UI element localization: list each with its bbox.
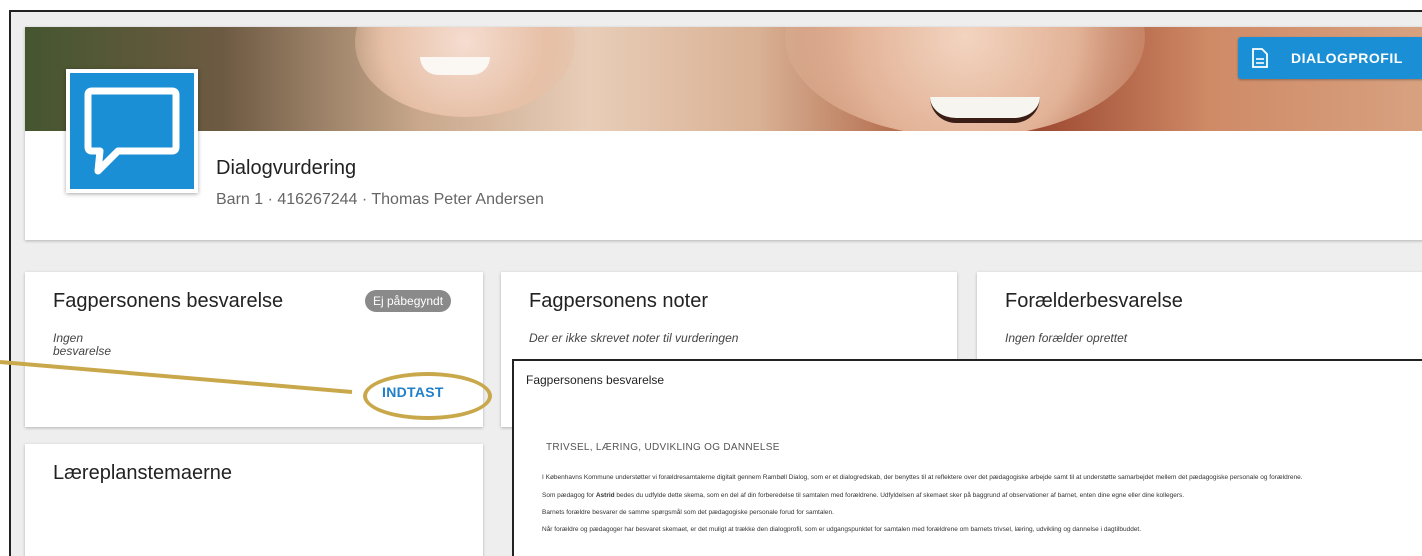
intro-paragraph-1: I Københavns Kommune understøtter vi for… [542,474,1303,481]
fagperson-besvarelse-card: Fagpersonens besvarelse Ej påbegyndt Ing… [25,272,492,427]
notes-empty-text: Der er ikke skrevet noter til vurderinge… [529,331,739,345]
dialog-logo-icon [66,69,198,193]
response-form-preview: Fagpersonens besvarelse TRIVSEL, LÆRING,… [512,359,1422,556]
card-title: Forælderbesvarelse [1005,290,1183,312]
intro-paragraph-4: Når forældre og pædagoger har besvaret s… [542,526,1142,533]
form-section-heading: TRIVSEL, LÆRING, UDVIKLING OG DANNELSE [546,442,780,453]
banner-image [25,27,1422,131]
card-title: Fagpersonens noter [529,290,709,312]
card-title: Fagpersonens besvarelse [53,290,284,312]
status-badge: Ej påbegyndt [365,290,452,312]
intro-paragraph-3: Barnets forældre besvarer de samme spørg… [542,509,834,516]
child-name: Astrid [595,492,615,499]
dialogprofil-label: DIALOGPROFIL [1291,50,1403,66]
card-title: Læreplanstemaerne [53,462,232,484]
header-card: DIALOGPROFIL Dialogvurdering Barn 1 · 41… [25,27,1422,240]
form-title: Fagpersonens besvarelse [526,373,665,387]
intro-paragraph-2: Som pædagog for Astrid bedes du udfylde … [542,492,1185,499]
no-parent-text: Ingen forælder oprettet [1005,331,1128,345]
child-info: Barn 1 · 416267244 · Thomas Peter Anders… [216,191,544,208]
dialogprofil-button[interactable]: DIALOGPROFIL [1238,37,1422,79]
indtast-button[interactable]: INDTAST [382,384,444,400]
page-title: Dialogvurdering [216,157,357,179]
app-frame: DIALOGPROFIL Dialogvurdering Barn 1 · 41… [9,10,1422,556]
laereplan-card: Læreplanstemaerne [25,444,483,556]
document-icon [1252,48,1268,68]
no-response-text-2: besvarelse [53,344,112,358]
